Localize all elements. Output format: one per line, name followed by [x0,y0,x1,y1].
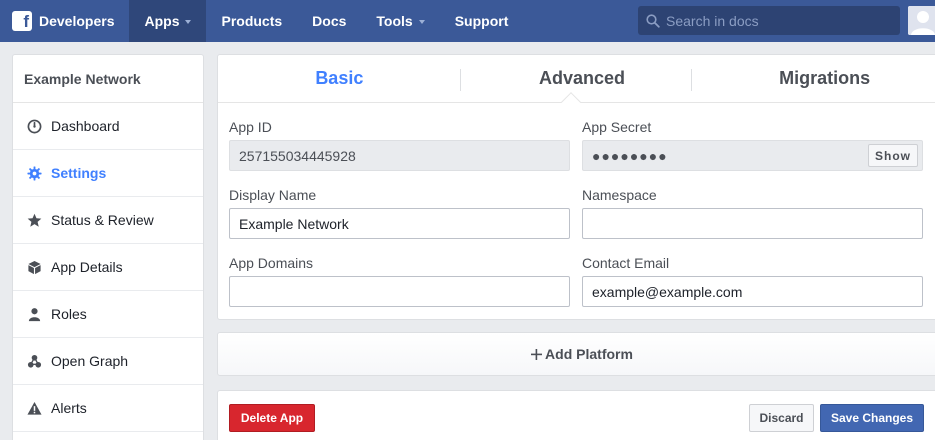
sidebar-item-label: Alerts [51,400,87,416]
app-id-label: App ID [229,119,272,135]
sidebar-app-name: Example Network [13,55,203,103]
star-icon [25,211,43,229]
tab-divider [691,69,692,91]
contact-email-field[interactable]: example@example.com [582,276,923,307]
sidebar-item-label: Settings [51,165,107,181]
sidebar-item-label: Dashboard [51,118,120,134]
brand-label: Developers [39,13,115,29]
warning-icon [25,399,43,417]
docs-search-box[interactable] [638,6,900,35]
display-name-field[interactable]: Example Network [229,208,570,239]
plus-icon [531,348,543,360]
tab-divider [460,69,461,91]
sidebar-item-label: Open Graph [51,353,129,369]
sidebar-item-dashboard[interactable]: Dashboard [13,103,203,150]
add-platform-label: Add Platform [545,346,633,362]
tab-advanced[interactable]: Advanced [461,55,704,102]
form-actions-bar: Delete App Discard Save Changes [217,390,935,440]
sidebar-item-settings[interactable]: Settings [13,150,203,197]
app-id-field[interactable]: 257155034445928 [229,140,570,171]
graph-icon [25,352,43,370]
settings-tabs: Basic Advanced Migrations [218,55,935,103]
app-domains-field[interactable] [229,276,570,307]
basic-settings-panel: Basic Advanced Migrations App ID 2571550… [217,54,935,320]
nav-item-products-label: Products [221,13,283,29]
display-name-label: Display Name [229,187,317,203]
save-changes-button[interactable]: Save Changes [820,404,924,432]
sidebar-item-label: Roles [51,306,87,322]
tab-basic[interactable]: Basic [218,55,461,102]
sidebar-item-open-graph[interactable]: Open Graph [13,338,203,385]
contact-email-value: example@example.com [592,283,743,300]
nav-item-docs[interactable]: Docs [297,0,361,42]
nav-item-tools-label: Tools [376,13,413,29]
sidebar: Example Network Dashboard Settings Statu… [12,54,204,440]
sidebar-item-alerts[interactable]: Alerts [13,385,203,432]
caret-down-icon [185,20,192,24]
display-name-value: Example Network [239,215,349,232]
nav-item-products[interactable]: Products [206,0,297,42]
sidebar-item-label: Status & Review [51,212,154,228]
namespace-label: Namespace [582,187,657,203]
cube-icon [25,258,43,276]
tab-migrations[interactable]: Migrations [703,55,935,102]
show-secret-button[interactable]: Show [868,144,918,167]
app-domains-label: App Domains [229,255,314,271]
sidebar-item-status-review[interactable]: Status & Review [13,197,203,244]
nav-item-tools[interactable]: Tools [361,0,439,42]
person-icon [25,305,43,323]
avatar[interactable] [908,6,935,35]
delete-app-button[interactable]: Delete App [229,404,315,432]
search-icon [646,13,660,28]
add-platform-button[interactable]: Add Platform [217,332,935,376]
sidebar-item-app-details[interactable]: App Details [13,244,203,291]
app-secret-field[interactable]: ●●●●●●●● Show [582,140,923,171]
nav-item-docs-label: Docs [312,13,347,29]
contact-email-label: Contact Email [582,255,670,271]
gear-icon [25,164,43,182]
developers-home-link[interactable]: f Developers [0,0,129,42]
namespace-field[interactable] [582,208,923,239]
facebook-logo-icon: f [12,11,32,31]
dashboard-icon [25,117,43,135]
app-secret-label: App Secret [582,119,652,135]
app-secret-value: ●●●●●●●● [592,147,668,164]
nav-item-apps[interactable]: Apps [129,0,207,42]
sidebar-item-roles[interactable]: Roles [13,291,203,338]
nav-item-support-label: Support [454,13,509,29]
nav-item-apps-label: Apps [144,13,180,29]
docs-search-input[interactable] [666,12,886,29]
profile-silhouette-icon [908,6,935,35]
sidebar-item-label: App Details [51,259,123,275]
caret-down-icon [418,20,425,24]
app-id-value: 257155034445928 [239,147,356,164]
nav-item-support[interactable]: Support [440,0,524,42]
discard-button[interactable]: Discard [749,404,814,432]
